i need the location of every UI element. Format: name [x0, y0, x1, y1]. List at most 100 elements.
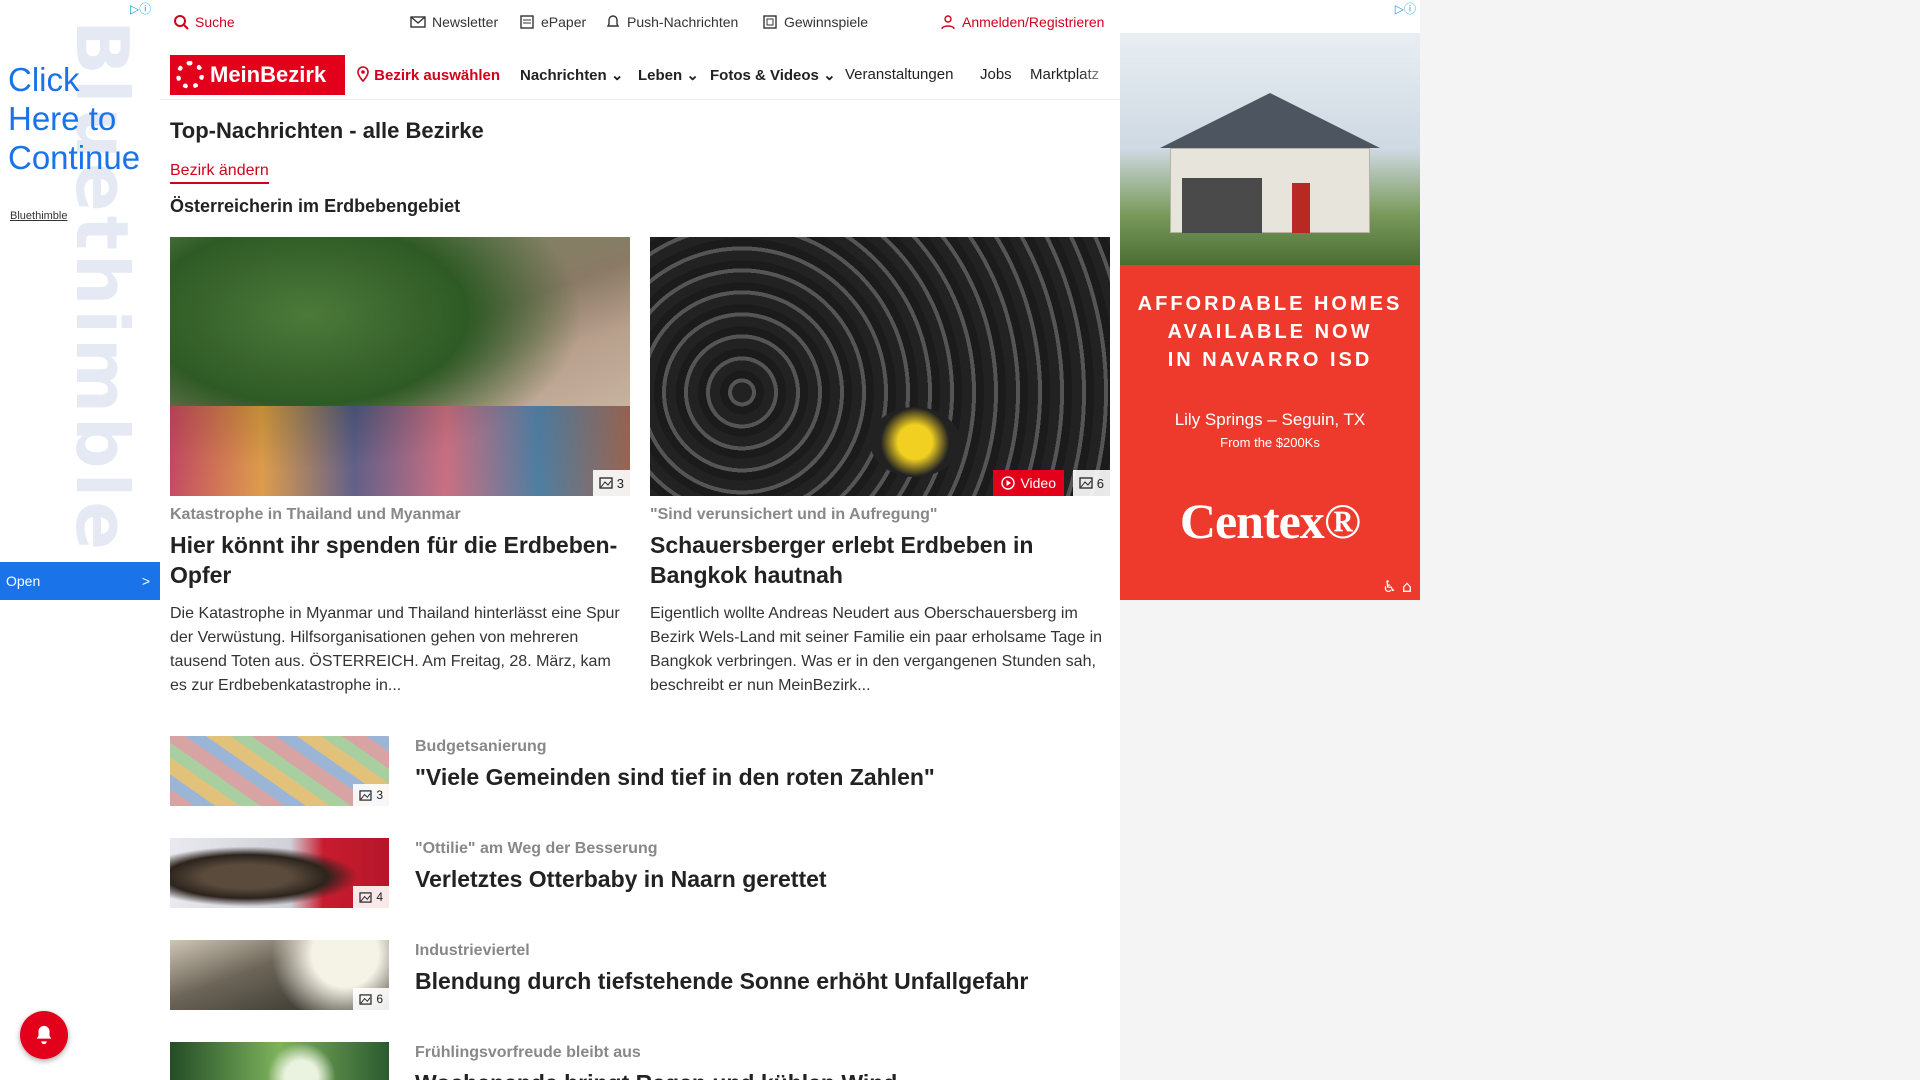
ad-brand-logo[interactable]: Centex® [1120, 492, 1420, 550]
login-link[interactable]: Anmelden/Registrieren [940, 14, 1104, 30]
push-label: Push-Nachrichten [627, 14, 739, 30]
article-headline[interactable]: Hier könnt ihr spenden für die Erdbeben-… [170, 530, 630, 590]
main-navigation: MeinBezirk Bezirk auswählen Nachrichten … [160, 52, 1120, 100]
change-bezirk-link[interactable]: Bezirk ändern [170, 162, 269, 184]
photo-count-badge: 6 [353, 988, 389, 1010]
photo-count-badge: 3 [592, 470, 630, 496]
play-icon [1001, 476, 1016, 490]
ad-top-strip [1120, 0, 1420, 33]
article-card[interactable]: 3 Katastrophe in Thailand und Myanmar Hi… [170, 237, 630, 698]
house-image [1120, 33, 1420, 265]
mail-icon [410, 16, 426, 28]
video-badge: Video [993, 470, 1064, 496]
article-list-item[interactable]: 4 "Ottilie" am Weg der Besserung Verletz… [170, 838, 1110, 908]
main-column: Suche Newsletter ePaper Push-Nachrichten… [160, 0, 1120, 1080]
newsletter-link[interactable]: Newsletter [410, 14, 498, 30]
ad-headline: AFFORDABLE HOMES AVAILABLE NOW IN NAVARR… [1120, 290, 1420, 374]
gift-icon [763, 15, 777, 29]
ad-headline-line: IN NAVARRO ISD [1167, 349, 1373, 371]
ad-price: From the $200Ks [1220, 435, 1320, 450]
nav-leben[interactable]: Leben ⌄ [638, 66, 699, 84]
article-teaser: Die Katastrophe in Myanmar und Thailand … [170, 605, 620, 694]
ad-location: Lily Springs – Seguin, TX [1174, 410, 1366, 429]
image-icon [359, 789, 372, 801]
left-ad-banner[interactable]: Bluethimble ▷ⓘ Click Here to Continue Bl… [0, 0, 160, 1080]
logo-sun-icon [176, 61, 204, 89]
meinbezirk-logo[interactable]: MeinBezirk [170, 55, 345, 95]
notification-bell-button[interactable] [20, 1011, 68, 1059]
article-kicker: Katastrophe in Thailand und Myanmar [170, 506, 461, 523]
article-headline[interactable]: "Viele Gemeinden sind tief in den roten … [415, 764, 935, 791]
ad-choices-icon[interactable]: ▷ⓘ [1395, 0, 1416, 17]
page-title: Top-Nachrichten - alle Bezirke [170, 118, 484, 143]
photo-count: 3 [616, 475, 624, 491]
location-pin-icon [357, 66, 369, 83]
right-ad-banner[interactable]: ▷ⓘ AFFORDABLE HOMES AVAILABLE NOW IN NAV… [1120, 0, 1420, 600]
search-link[interactable]: Suche [173, 14, 235, 30]
chevron-right-icon: > [141, 573, 150, 589]
newspaper-icon [520, 15, 534, 29]
photo-count-badge: 3 [353, 784, 389, 806]
article-headline[interactable]: Blendung durch tiefstehende Sonne erhöht… [415, 968, 1028, 995]
article-kicker: "Ottilie" am Weg der Besserung [415, 840, 658, 857]
article-headline[interactable]: Verletztes Otterbaby in Naarn gerettet [415, 866, 827, 893]
photo-count: 6 [376, 992, 383, 1006]
section-subheading: Österreicherin im Erdbebengebiet [170, 196, 461, 216]
search-label: Suche [195, 14, 235, 30]
image-icon [1079, 477, 1093, 489]
ad-open-label: Open [6, 573, 41, 589]
article-thumbnail[interactable]: 4 [170, 838, 389, 908]
gewinnspiele-label: Gewinnspiele [784, 14, 869, 30]
gewinnspiele-link[interactable]: Gewinnspiele [762, 14, 868, 30]
nav-nachrichten[interactable]: Nachrichten ⌄ [520, 66, 623, 84]
article-headline[interactable]: Wochenende bringt Regen und kühlen Wind [415, 1070, 897, 1080]
bezirk-select-link[interactable]: Bezirk auswählen [356, 66, 500, 84]
nav-fotos-videos[interactable]: Fotos & Videos ⌄ [710, 66, 836, 84]
photo-count-badge: 6 [1072, 470, 1110, 496]
article-headline[interactable]: Schauersberger erlebt Erdbeben in Bangko… [650, 530, 1110, 590]
article-teaser: Eigentlich wollte Andreas Neudert aus Ob… [650, 605, 1103, 694]
page: Bluethimble ▷ⓘ Click Here to Continue Bl… [0, 0, 1920, 1080]
article-thumbnail[interactable] [170, 1042, 389, 1080]
article-image[interactable]: 3 [170, 237, 630, 496]
nav-jobs[interactable]: Jobs [980, 66, 1012, 83]
ad-open-button[interactable]: Open > [0, 562, 160, 600]
article-card[interactable]: Video 6 "Sind verunsichert und in Aufreg… [650, 237, 1110, 698]
article-kicker: Frühlingsvorfreude bleibt aus [415, 1044, 641, 1061]
search-icon [174, 15, 189, 30]
video-label: Video [1020, 475, 1056, 491]
user-icon [941, 15, 955, 30]
login-label: Anmelden/Registrieren [962, 14, 1105, 30]
article-kicker: "Sind verunsichert und in Aufregung" [650, 506, 938, 523]
article-list-item[interactable]: Frühlingsvorfreude bleibt aus Wochenende… [170, 1042, 1110, 1080]
image-icon [359, 993, 372, 1005]
nav-veranstaltungen[interactable]: Veranstaltungen [845, 66, 953, 83]
logo-text: MeinBezirk [210, 62, 327, 87]
push-link[interactable]: Push-Nachrichten [605, 14, 738, 30]
epaper-link[interactable]: ePaper [519, 14, 586, 30]
article-kicker: Industrieviertel [415, 942, 530, 959]
ad-brand-link[interactable]: Bluethimble [10, 210, 67, 222]
article-image[interactable]: Video 6 [650, 237, 1110, 496]
ad-choices-icon[interactable]: ▷ⓘ [130, 0, 151, 17]
photo-count: 6 [1096, 475, 1104, 491]
image-icon [359, 891, 372, 903]
article-list-item[interactable]: 6 Industrieviertel Blendung durch tiefst… [170, 940, 1110, 1010]
bell-icon [606, 15, 620, 27]
article-thumbnail[interactable]: 3 [170, 736, 389, 806]
ad-headline-line: AFFORDABLE HOMES [1137, 293, 1403, 315]
epaper-label: ePaper [541, 14, 587, 30]
photo-count: 4 [376, 890, 383, 904]
bell-icon [36, 1025, 52, 1045]
article-kicker: Budgetsanierung [415, 738, 547, 755]
article-thumbnail[interactable]: 6 [170, 940, 389, 1010]
bezirk-select-label: Bezirk auswählen [374, 67, 501, 84]
ad-headline-line: AVAILABLE NOW [1167, 321, 1373, 343]
article-list-item[interactable]: 3 Budgetsanierung "Viele Gemeinden sind … [170, 736, 1110, 806]
top-utility-bar: Suche Newsletter ePaper Push-Nachrichten… [160, 0, 1120, 46]
ad-click-text[interactable]: Click Here to Continue [8, 60, 158, 177]
image-icon [599, 477, 613, 489]
photo-count: 3 [376, 788, 383, 802]
equal-housing-icon: ♿ ⌂ [1382, 577, 1412, 596]
photo-count-badge: 4 [353, 886, 389, 908]
